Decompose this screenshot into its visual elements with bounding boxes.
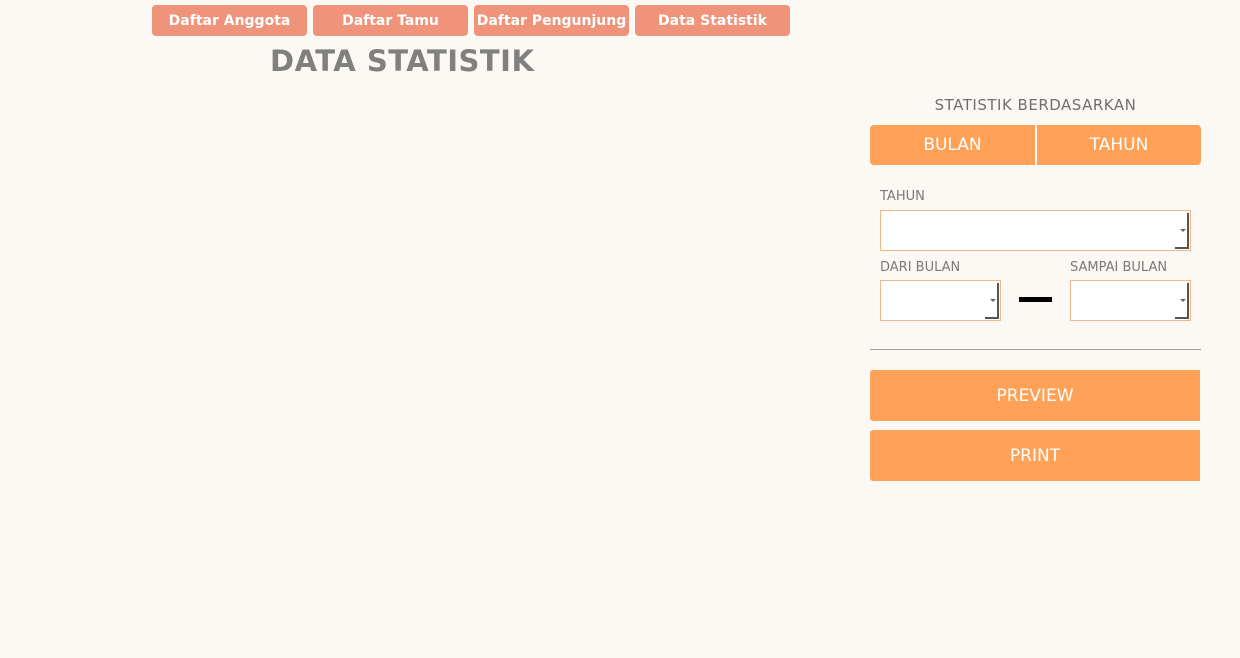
mode-bulan-label: BULAN <box>923 135 982 155</box>
mode-bulan-button[interactable]: BULAN <box>870 125 1035 165</box>
chevron-down-icon <box>1180 298 1186 302</box>
preview-label: PREVIEW <box>996 385 1074 406</box>
range-separator-dash <box>1019 297 1052 302</box>
page-title: DATA STATISTIK <box>270 44 535 78</box>
mode-tahun-button[interactable]: TAHUN <box>1037 125 1201 165</box>
preview-button[interactable]: PREVIEW <box>870 370 1200 421</box>
nav-data-statistik-button[interactable]: Data Statistik <box>635 5 790 36</box>
sampai-bulan-label: SAMPAI BULAN <box>1070 260 1168 275</box>
nav-daftar-tamu-label: Daftar Tamu <box>342 12 439 29</box>
nav-daftar-pengunjung-button[interactable]: Daftar Pengunjung <box>474 5 629 36</box>
nav-daftar-tamu-button[interactable]: Daftar Tamu <box>313 5 468 36</box>
dari-bulan-dropdown[interactable] <box>880 280 1001 321</box>
nav-daftar-anggota-label: Daftar Anggota <box>168 12 291 29</box>
chevron-down-icon <box>990 298 996 302</box>
chevron-down-icon <box>1180 228 1186 232</box>
dari-bulan-label: DARI BULAN <box>880 260 961 275</box>
tahun-label: TAHUN <box>880 189 925 204</box>
nav-daftar-anggota-button[interactable]: Daftar Anggota <box>152 5 307 36</box>
nav-data-statistik-label: Data Statistik <box>658 12 767 29</box>
filter-heading: STATISTIK BERDASARKAN <box>934 96 1137 114</box>
sampai-bulan-dropdown[interactable] <box>1070 280 1191 321</box>
tahun-dropdown[interactable] <box>880 210 1191 251</box>
panel-divider <box>870 349 1201 350</box>
print-label: PRINT <box>1009 445 1061 466</box>
nav-daftar-pengunjung-label: Daftar Pengunjung <box>476 12 627 29</box>
print-button[interactable]: PRINT <box>870 430 1200 481</box>
mode-tahun-label: TAHUN <box>1089 135 1149 155</box>
chart-area <box>150 95 840 635</box>
